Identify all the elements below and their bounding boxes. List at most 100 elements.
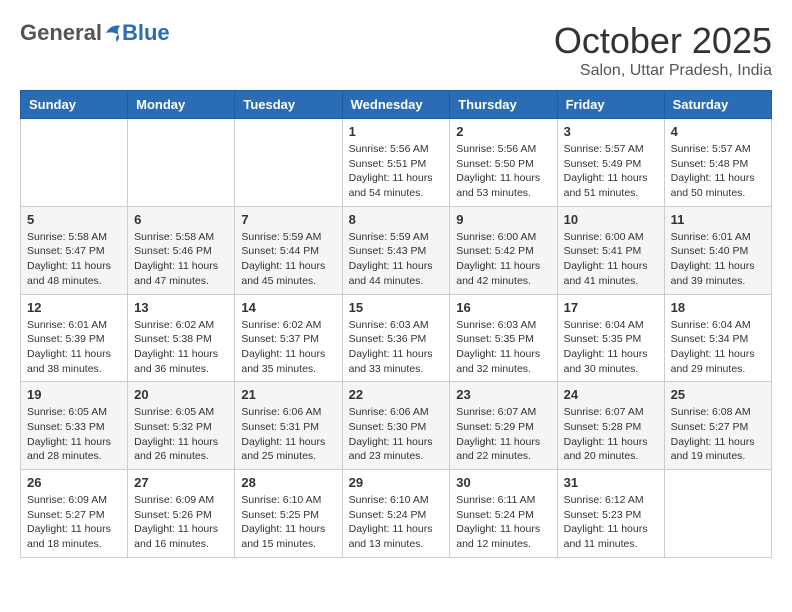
day-info: Sunrise: 6:06 AM Sunset: 5:31 PM Dayligh… [241,405,335,464]
day-number: 2 [456,124,550,139]
calendar-week-2: 5Sunrise: 5:58 AM Sunset: 5:47 PM Daylig… [21,206,772,294]
calendar-week-1: 1Sunrise: 5:56 AM Sunset: 5:51 PM Daylig… [21,119,772,207]
day-info: Sunrise: 6:07 AM Sunset: 5:28 PM Dayligh… [564,405,658,464]
day-info: Sunrise: 6:00 AM Sunset: 5:41 PM Dayligh… [564,230,658,289]
calendar-cell: 23Sunrise: 6:07 AM Sunset: 5:29 PM Dayli… [450,382,557,470]
weekday-header-saturday: Saturday [664,91,771,119]
day-info: Sunrise: 6:04 AM Sunset: 5:35 PM Dayligh… [564,318,658,377]
calendar-cell: 9 Sunrise: 6:00 AM Sunset: 5:42 PM Daylig… [450,206,557,294]
day-info: Sunrise: 6:02 AM Sunset: 5:38 PM Dayligh… [134,318,228,377]
logo-blue: Blue [122,20,170,46]
weekday-header-friday: Friday [557,91,664,119]
day-info: Sunrise: 6:07 AM Sunset: 5:29 PM Dayligh… [456,405,550,464]
day-info: Sunrise: 6:06 AM Sunset: 5:30 PM Dayligh… [349,405,444,464]
calendar-week-4: 19Sunrise: 6:05 AM Sunset: 5:33 PM Dayli… [21,382,772,470]
day-number: 20 [134,387,228,402]
calendar-cell: 13 Sunrise: 6:02 AM Sunset: 5:38 PM Dayli… [128,294,235,382]
day-number: 6 [134,212,228,227]
day-info: Sunrise: 5:56 AM Sunset: 5:50 PM Dayligh… [456,142,550,201]
day-number: 16 [456,300,550,315]
calendar-cell: 1Sunrise: 5:56 AM Sunset: 5:51 PM Daylig… [342,119,450,207]
day-info: Sunrise: 6:11 AM Sunset: 5:24 PM Dayligh… [456,493,550,552]
day-number: 31 [564,475,658,490]
day-info: Sunrise: 6:10 AM Sunset: 5:24 PM Dayligh… [349,493,444,552]
calendar-cell: 11Sunrise: 6:01 AM Sunset: 5:40 PM Dayli… [664,206,771,294]
logo: General Blue [20,20,170,46]
calendar-cell: 14 Sunrise: 6:02 AM Sunset: 5:37 PM Dayli… [235,294,342,382]
calendar-cell: 31 Sunrise: 6:12 AM Sunset: 5:23 PM Dayli… [557,470,664,558]
weekday-header-thursday: Thursday [450,91,557,119]
day-info: Sunrise: 6:01 AM Sunset: 5:39 PM Dayligh… [27,318,121,377]
calendar-cell: 21 Sunrise: 6:06 AM Sunset: 5:31 PM Dayli… [235,382,342,470]
day-info: Sunrise: 6:10 AM Sunset: 5:25 PM Dayligh… [241,493,335,552]
day-number: 14 [241,300,335,315]
day-number: 13 [134,300,228,315]
weekday-header-tuesday: Tuesday [235,91,342,119]
day-number: 25 [671,387,765,402]
day-info: Sunrise: 5:57 AM Sunset: 5:49 PM Dayligh… [564,142,658,201]
day-info: Sunrise: 5:56 AM Sunset: 5:51 PM Dayligh… [349,142,444,201]
logo-general: General [20,20,102,46]
location: Salon, Uttar Pradesh, India [554,62,772,80]
day-number: 3 [564,124,658,139]
day-number: 15 [349,300,444,315]
day-info: Sunrise: 5:58 AM Sunset: 5:46 PM Dayligh… [134,230,228,289]
calendar-cell [664,470,771,558]
day-number: 9 [456,212,550,227]
calendar-week-3: 12 Sunrise: 6:01 AM Sunset: 5:39 PM Dayli… [21,294,772,382]
day-info: Sunrise: 5:57 AM Sunset: 5:48 PM Dayligh… [671,142,765,201]
day-number: 17 [564,300,658,315]
weekday-header-sunday: Sunday [21,91,128,119]
weekday-header-wednesday: Wednesday [342,91,450,119]
calendar-cell: 12 Sunrise: 6:01 AM Sunset: 5:39 PM Dayli… [21,294,128,382]
day-number: 24 [564,387,658,402]
calendar-cell: 30 Sunrise: 6:11 AM Sunset: 5:24 PM Dayli… [450,470,557,558]
day-info: Sunrise: 6:00 AM Sunset: 5:42 PM Dayligh… [456,230,550,289]
calendar-cell: 27 Sunrise: 6:09 AM Sunset: 5:26 PM Dayli… [128,470,235,558]
day-info: Sunrise: 6:05 AM Sunset: 5:33 PM Dayligh… [27,405,121,464]
calendar-cell: 8 Sunrise: 5:59 AM Sunset: 5:43 PM Daylig… [342,206,450,294]
day-info: Sunrise: 6:09 AM Sunset: 5:26 PM Dayligh… [134,493,228,552]
day-info: Sunrise: 6:08 AM Sunset: 5:27 PM Dayligh… [671,405,765,464]
day-number: 7 [241,212,335,227]
calendar-cell: 3 Sunrise: 5:57 AM Sunset: 5:49 PM Daylig… [557,119,664,207]
calendar-cell: 25 Sunrise: 6:08 AM Sunset: 5:27 PM Dayli… [664,382,771,470]
calendar-cell: 6 Sunrise: 5:58 AM Sunset: 5:46 PM Daylig… [128,206,235,294]
calendar-header-row: SundayMondayTuesdayWednesdayThursdayFrid… [21,91,772,119]
day-number: 21 [241,387,335,402]
day-info: Sunrise: 5:59 AM Sunset: 5:44 PM Dayligh… [241,230,335,289]
calendar-week-5: 26Sunrise: 6:09 AM Sunset: 5:27 PM Dayli… [21,470,772,558]
month-title: October 2025 [554,20,772,62]
day-number: 18 [671,300,765,315]
calendar-cell: 19Sunrise: 6:05 AM Sunset: 5:33 PM Dayli… [21,382,128,470]
day-info: Sunrise: 6:01 AM Sunset: 5:40 PM Dayligh… [671,230,765,289]
calendar-cell: 24 Sunrise: 6:07 AM Sunset: 5:28 PM Dayli… [557,382,664,470]
day-info: Sunrise: 5:59 AM Sunset: 5:43 PM Dayligh… [349,230,444,289]
calendar-cell: 15 Sunrise: 6:03 AM Sunset: 5:36 PM Dayli… [342,294,450,382]
day-info: Sunrise: 6:02 AM Sunset: 5:37 PM Dayligh… [241,318,335,377]
day-number: 30 [456,475,550,490]
calendar-cell: 7 Sunrise: 5:59 AM Sunset: 5:44 PM Daylig… [235,206,342,294]
weekday-header-monday: Monday [128,91,235,119]
calendar-cell: 5Sunrise: 5:58 AM Sunset: 5:47 PM Daylig… [21,206,128,294]
calendar-cell: 4 Sunrise: 5:57 AM Sunset: 5:48 PM Daylig… [664,119,771,207]
calendar-cell [128,119,235,207]
day-info: Sunrise: 6:03 AM Sunset: 5:36 PM Dayligh… [349,318,444,377]
day-number: 12 [27,300,121,315]
day-number: 10 [564,212,658,227]
day-number: 27 [134,475,228,490]
day-number: 22 [349,387,444,402]
day-number: 28 [241,475,335,490]
calendar-cell: 10 Sunrise: 6:00 AM Sunset: 5:41 PM Dayli… [557,206,664,294]
day-info: Sunrise: 6:09 AM Sunset: 5:27 PM Dayligh… [27,493,121,552]
calendar-cell: 18 Sunrise: 6:04 AM Sunset: 5:34 PM Dayli… [664,294,771,382]
day-number: 29 [349,475,444,490]
day-number: 4 [671,124,765,139]
day-info: Sunrise: 6:04 AM Sunset: 5:34 PM Dayligh… [671,318,765,377]
day-number: 8 [349,212,444,227]
day-info: Sunrise: 6:12 AM Sunset: 5:23 PM Dayligh… [564,493,658,552]
day-info: Sunrise: 5:58 AM Sunset: 5:47 PM Dayligh… [27,230,121,289]
logo-bird-icon [104,22,122,44]
calendar-cell: 16Sunrise: 6:03 AM Sunset: 5:35 PM Dayli… [450,294,557,382]
calendar-cell: 28 Sunrise: 6:10 AM Sunset: 5:25 PM Dayli… [235,470,342,558]
